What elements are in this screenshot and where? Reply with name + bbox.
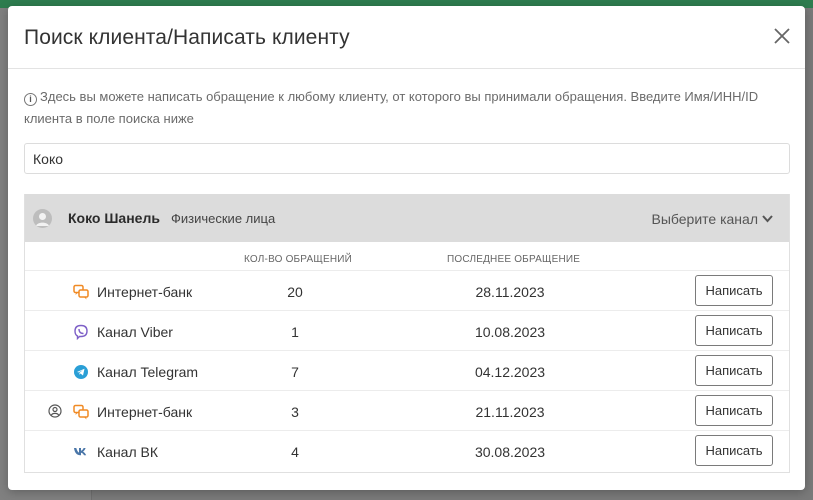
chat-bubbles-icon <box>73 404 89 420</box>
info-icon: i <box>24 93 37 106</box>
client-name: Коко Шанель <box>68 210 160 226</box>
last-request-date: 30.08.2023 <box>474 444 546 460</box>
table-row: Интернет-банк 3 21.11.2023 Написать <box>25 391 789 431</box>
last-request-date: 21.11.2023 <box>475 404 545 420</box>
table-row: Канал Telegram 7 04.12.2023 Написать <box>25 351 789 391</box>
column-header-last: Последнее обращение <box>447 254 581 265</box>
write-button[interactable]: Написать <box>695 355 773 386</box>
request-count: 1 <box>291 324 299 340</box>
user-circle-icon <box>48 404 62 418</box>
info-text: Здесь вы можете написать обращение к люб… <box>24 89 759 126</box>
info-message: i Здесь вы можете написать обращение к лю… <box>24 86 784 130</box>
client-type: Физические лица <box>171 211 276 226</box>
last-request-date: 10.08.2023 <box>474 324 546 340</box>
write-button[interactable]: Написать <box>695 275 773 306</box>
table-row: Канал ВК 4 30.08.2023 Написать <box>25 431 789 471</box>
channel-name: Канал ВК <box>97 444 159 460</box>
table-header: Кол-во обращений Последнее обращение <box>25 242 789 271</box>
client-search-modal: Поиск клиента/Написать клиенту i Здесь вы… <box>8 6 805 490</box>
modal-header: Поиск клиента/Написать клиенту <box>8 6 805 69</box>
table-row: Канал Viber 1 10.08.2023 Написать <box>25 311 789 351</box>
write-button[interactable]: Написать <box>695 435 773 466</box>
channel-select-label: Выберите канал <box>651 211 759 227</box>
chevron-down-icon <box>762 210 773 226</box>
last-request-date: 28.11.2023 <box>475 284 545 300</box>
channel-select[interactable]: Выберите канал <box>652 210 774 227</box>
channel-name: Канал Viber <box>97 324 173 340</box>
channel-name: Канал Telegram <box>97 364 199 380</box>
last-request-date: 04.12.2023 <box>474 364 546 380</box>
close-icon[interactable] <box>773 27 791 45</box>
channel-name: Интернет-банк <box>97 284 193 300</box>
column-header-count: Кол-во обращений <box>244 254 353 265</box>
client-result: Коко Шанель Физические лица Выберите кан… <box>24 194 790 473</box>
request-count: 7 <box>291 364 299 380</box>
write-button[interactable]: Написать <box>695 395 773 426</box>
telegram-icon <box>73 364 89 380</box>
vk-icon <box>73 444 89 460</box>
client-header: Коко Шанель Физические лица Выберите кан… <box>25 194 789 242</box>
channel-name: Интернет-банк <box>97 404 193 420</box>
write-button[interactable]: Написать <box>695 315 773 346</box>
client-search-input[interactable] <box>24 143 790 174</box>
request-count: 3 <box>291 404 299 420</box>
viber-icon <box>73 324 89 341</box>
chat-bubbles-icon <box>73 284 89 300</box>
avatar <box>33 209 52 228</box>
request-count: 4 <box>291 444 299 460</box>
modal-title: Поиск клиента/Написать клиенту <box>24 26 350 49</box>
table-row: Интернет-банк 20 28.11.2023 Написать <box>25 271 789 311</box>
request-count: 20 <box>287 284 303 300</box>
